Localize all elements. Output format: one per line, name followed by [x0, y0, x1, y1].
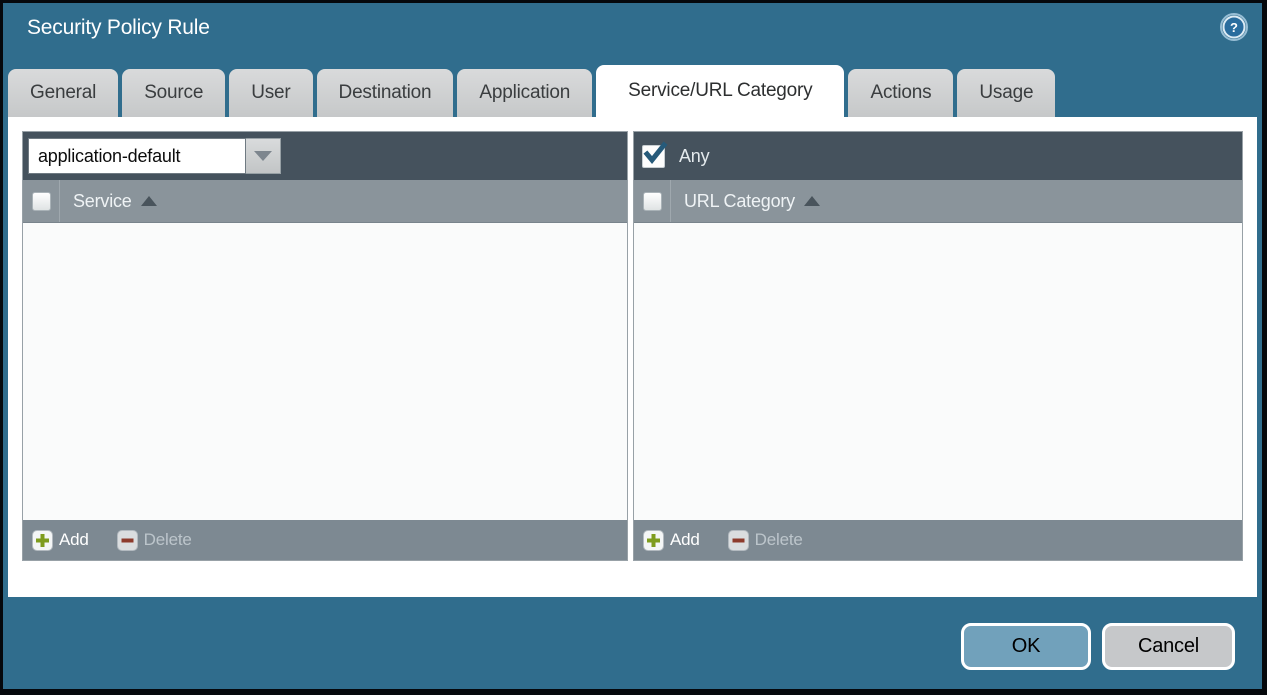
tab-destination[interactable]: Destination	[317, 69, 454, 117]
url-category-table-header: URL Category	[634, 180, 1242, 223]
tab-bar: General Source User Destination Applicat…	[8, 65, 1055, 117]
dialog-body: application-default Service	[8, 117, 1257, 597]
delete-url-category-label: Delete	[755, 530, 803, 550]
add-url-category-label: Add	[670, 530, 700, 550]
url-category-panel-toolbar: Any	[634, 132, 1242, 180]
any-checkbox[interactable]	[642, 145, 665, 168]
service-table-body[interactable]	[23, 223, 627, 520]
service-panel-footer: Add Delete	[23, 520, 627, 560]
url-category-panel: Any URL Category	[633, 131, 1243, 561]
security-policy-rule-dialog: Security Policy Rule ? General Source Us…	[3, 3, 1262, 689]
delete-service-button[interactable]: Delete	[117, 530, 192, 551]
plus-icon	[32, 530, 53, 551]
tab-source[interactable]: Source	[122, 69, 225, 117]
tab-service-url-category[interactable]: Service/URL Category	[596, 65, 844, 117]
tab-application[interactable]: Application	[457, 69, 592, 117]
tab-actions[interactable]: Actions	[848, 69, 953, 117]
plus-icon	[643, 530, 664, 551]
service-type-dropdown[interactable]: application-default	[28, 138, 281, 174]
url-category-panel-footer: Add Delete	[634, 520, 1242, 560]
service-type-dropdown-value[interactable]: application-default	[28, 138, 246, 174]
delete-service-label: Delete	[144, 530, 192, 550]
chevron-down-icon	[254, 151, 272, 161]
tab-user[interactable]: User	[229, 69, 312, 117]
page-title: Security Policy Rule	[27, 16, 210, 40]
service-panel-toolbar: application-default	[23, 132, 627, 180]
url-category-column-header[interactable]: URL Category	[684, 191, 795, 212]
help-icon[interactable]: ?	[1219, 12, 1249, 42]
sort-ascending-icon	[804, 196, 820, 206]
svg-text:?: ?	[1230, 20, 1238, 35]
sort-ascending-icon	[141, 196, 157, 206]
url-category-select-all-checkbox[interactable]	[643, 192, 662, 211]
tab-general[interactable]: General	[8, 69, 118, 117]
service-table-header: Service	[23, 180, 627, 223]
any-checkbox-label: Any	[679, 146, 709, 167]
url-category-table-body[interactable]	[634, 223, 1242, 520]
add-service-label: Add	[59, 530, 89, 550]
add-url-category-button[interactable]: Add	[643, 530, 700, 551]
add-service-button[interactable]: Add	[32, 530, 89, 551]
service-panel: application-default Service	[22, 131, 628, 561]
service-type-dropdown-button[interactable]	[246, 138, 281, 174]
minus-icon	[728, 530, 749, 551]
delete-url-category-button[interactable]: Delete	[728, 530, 803, 551]
ok-button[interactable]: OK	[961, 623, 1091, 670]
tab-usage[interactable]: Usage	[957, 69, 1055, 117]
cancel-button[interactable]: Cancel	[1102, 623, 1235, 670]
service-select-all-checkbox[interactable]	[32, 192, 51, 211]
minus-icon	[117, 530, 138, 551]
service-column-header[interactable]: Service	[73, 191, 132, 212]
